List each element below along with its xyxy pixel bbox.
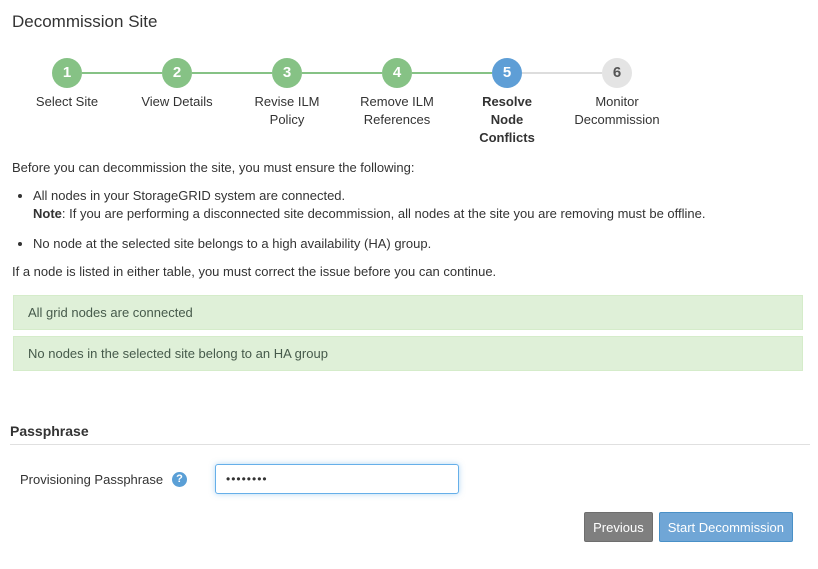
step-circle-1: 1 [52, 58, 82, 88]
step-label-monitor-decommission: Monitor Decommission [562, 93, 672, 129]
requirement-text: No node at the selected site belongs to … [33, 235, 818, 253]
requirement-note: Note: If you are performing a disconnect… [33, 205, 818, 223]
requirement-item-ha-group: No node at the selected site belongs to … [33, 235, 818, 253]
note-label: Note [33, 206, 62, 221]
page-title: Decommission Site [12, 12, 818, 32]
provisioning-passphrase-input[interactable] [215, 464, 459, 494]
requirements-list: All nodes in your StorageGRID system are… [0, 187, 818, 253]
status-banner-grid-nodes-connected: All grid nodes are connected [13, 295, 803, 330]
intro-paragraph: Before you can decommission the site, yo… [12, 159, 818, 177]
step-connector-4-5 [412, 72, 492, 74]
step-circle-6: 6 [602, 58, 632, 88]
requirement-text: All nodes in your StorageGRID system are… [33, 187, 818, 205]
action-buttons: Previous Start Decommission [0, 512, 793, 542]
note-text: : If you are performing a disconnected s… [62, 206, 706, 221]
provisioning-passphrase-row: Provisioning Passphrase ? [20, 464, 818, 494]
requirement-item-connected: All nodes in your StorageGRID system are… [33, 187, 818, 223]
wizard-stepper: 1 Select Site 2 View Details 3 Revise IL… [12, 58, 672, 147]
previous-button[interactable]: Previous [584, 512, 653, 542]
step-connector-3-4 [302, 72, 382, 74]
start-decommission-button[interactable]: Start Decommission [659, 512, 793, 542]
step-circle-2: 2 [162, 58, 192, 88]
step-label-remove-ilm-references: Remove ILM References [342, 93, 452, 129]
step-label-resolve-node-conflicts: Resolve Node Conflicts [452, 93, 562, 147]
decommission-site-page: Decommission Site 1 Select Site 2 View D… [0, 12, 818, 569]
help-question-icon[interactable]: ? [172, 472, 187, 487]
step-circle-4: 4 [382, 58, 412, 88]
step-label-select-site: Select Site [12, 93, 122, 111]
step-label-view-details: View Details [122, 93, 232, 111]
status-banner-text: All grid nodes are connected [28, 305, 193, 320]
status-banner-no-ha-group: No nodes in the selected site belong to … [13, 336, 803, 371]
provisioning-passphrase-label: Provisioning Passphrase [20, 472, 172, 487]
passphrase-section-heading: Passphrase [10, 423, 810, 445]
step-connector-2-3 [192, 72, 272, 74]
status-banner-text: No nodes in the selected site belong to … [28, 346, 328, 361]
step-circle-5: 5 [492, 58, 522, 88]
step-connector-1-2 [82, 72, 162, 74]
step-label-revise-ilm-policy: Revise ILM Policy [232, 93, 342, 129]
step-connector-5-6 [522, 72, 602, 74]
step-circle-3: 3 [272, 58, 302, 88]
closing-paragraph: If a node is listed in either table, you… [12, 263, 818, 281]
